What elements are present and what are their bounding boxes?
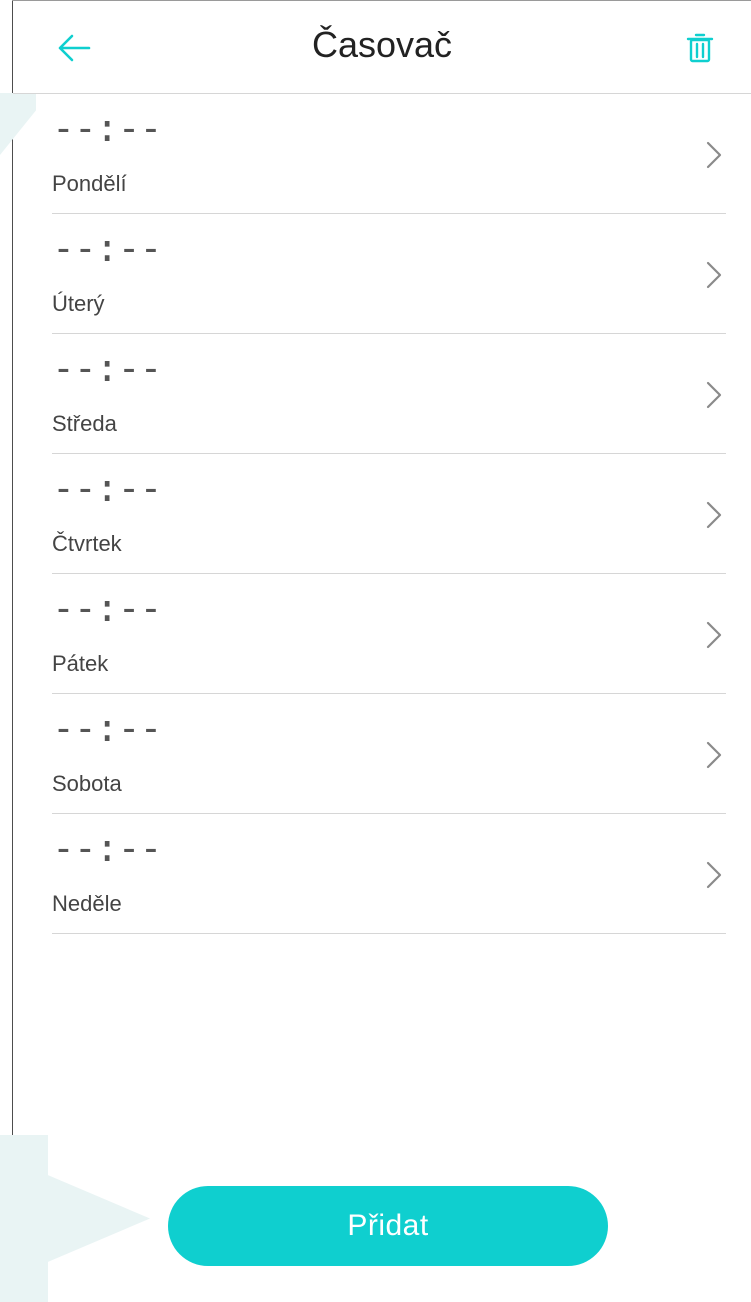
day-row-ctvrtek[interactable]: --:-- Čtvrtek (52, 454, 726, 574)
chevron-right-icon (706, 501, 722, 529)
day-row-patek[interactable]: --:-- Pátek (52, 574, 726, 694)
day-label: Neděle (52, 891, 122, 916)
chevron-right-icon (706, 621, 722, 649)
app-header: Časovač (13, 1, 751, 94)
chevron-right-icon (706, 261, 722, 289)
frame-left-border (12, 0, 13, 1302)
callout-pointer-bottom (0, 1135, 150, 1302)
timer-time: --:-- (52, 826, 162, 870)
timer-time: --:-- (52, 346, 162, 390)
page-title: Časovač (311, 24, 453, 65)
day-row-sobota[interactable]: --:-- Sobota (52, 694, 726, 814)
timer-time: --:-- (52, 586, 162, 630)
day-label: Pondělí (52, 171, 127, 196)
timer-time: --:-- (52, 106, 162, 150)
day-row-utery[interactable]: --:-- Úterý (52, 214, 726, 334)
day-label: Sobota (52, 771, 122, 796)
weekday-timer-list: --:-- Pondělí --:-- Úterý --:-- Středa -… (52, 94, 726, 934)
day-label: Úterý (52, 291, 105, 316)
timer-time: --:-- (52, 466, 162, 510)
day-row-pondeli[interactable]: --:-- Pondělí (52, 94, 726, 214)
chevron-right-icon (706, 741, 722, 769)
day-label: Středa (52, 411, 117, 436)
timer-time: --:-- (52, 706, 162, 750)
chevron-right-icon (706, 381, 722, 409)
day-label: Čtvrtek (52, 531, 122, 556)
delete-button[interactable] (675, 23, 725, 73)
timer-time: --:-- (52, 226, 162, 270)
trash-icon (686, 33, 714, 63)
day-row-streda[interactable]: --:-- Středa (52, 334, 726, 454)
day-row-nedele[interactable]: --:-- Neděle (52, 814, 726, 934)
day-label: Pátek (52, 651, 109, 676)
chevron-right-icon (706, 861, 722, 889)
chevron-right-icon (706, 141, 722, 169)
add-button[interactable]: Přidat (168, 1186, 608, 1266)
callout-pointer-top-left (0, 93, 36, 155)
